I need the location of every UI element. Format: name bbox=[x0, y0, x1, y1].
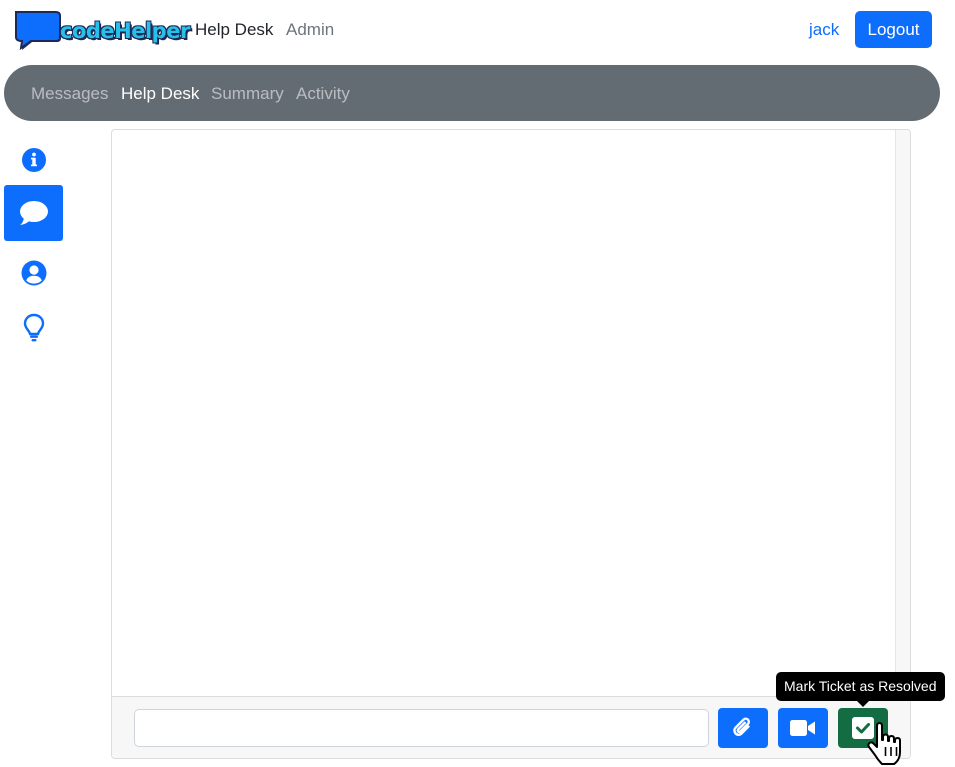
resolve-ticket-tooltip: Mark Ticket as Resolved bbox=[776, 672, 945, 701]
chat-scrollbar[interactable] bbox=[895, 130, 910, 696]
nav-help-desk[interactable]: Help Desk bbox=[195, 20, 273, 40]
lightbulb-icon bbox=[23, 313, 44, 342]
chat-message-area[interactable] bbox=[112, 130, 895, 696]
info-circle-icon bbox=[21, 148, 46, 172]
subnav-help-desk[interactable]: Help Desk bbox=[121, 84, 199, 104]
chat-composer bbox=[112, 696, 910, 758]
paperclip-icon bbox=[733, 717, 750, 736]
nav-admin[interactable]: Admin bbox=[286, 20, 334, 40]
hand-cursor-icon bbox=[867, 722, 901, 765]
subnav-summary[interactable]: Summary bbox=[211, 84, 284, 104]
subnav-messages[interactable]: Messages bbox=[31, 84, 108, 104]
attach-file-button[interactable] bbox=[718, 708, 768, 748]
codehelper-logo[interactable]: codeHelper bbox=[14, 10, 190, 51]
secondary-navbar: Messages Help Desk Summary Activity bbox=[4, 65, 940, 121]
sidebar-item-ideas[interactable] bbox=[4, 300, 63, 356]
sidebar-item-profile[interactable] bbox=[4, 245, 63, 301]
top-navbar: codeHelper Help Desk Admin jack Logout bbox=[0, 0, 955, 62]
sidebar-item-info[interactable] bbox=[4, 132, 63, 188]
chat-panel bbox=[111, 129, 911, 759]
video-call-button[interactable] bbox=[778, 708, 828, 748]
sidebar-item-chat[interactable] bbox=[4, 185, 63, 241]
message-input[interactable] bbox=[134, 709, 709, 747]
tooltip-arrow bbox=[857, 701, 869, 707]
video-camera-icon bbox=[790, 720, 815, 736]
logout-button[interactable]: Logout bbox=[855, 11, 932, 48]
username-link[interactable]: jack bbox=[809, 20, 839, 40]
logo-text: codeHelper bbox=[60, 19, 190, 43]
user-circle-icon bbox=[21, 260, 46, 286]
subnav-activity[interactable]: Activity bbox=[296, 84, 350, 104]
chat-bubble-icon bbox=[19, 201, 48, 225]
